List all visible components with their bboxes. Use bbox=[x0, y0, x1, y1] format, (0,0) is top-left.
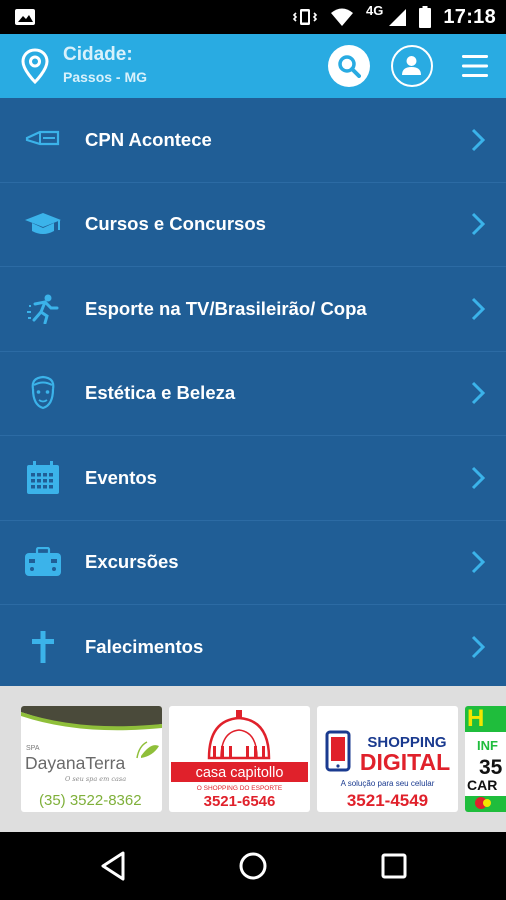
city-label: Cidade: bbox=[63, 44, 133, 65]
signal-icon bbox=[389, 9, 407, 26]
menu-item-label: Estética e Beleza bbox=[85, 382, 236, 404]
chevron-right-icon bbox=[471, 636, 486, 659]
chevron-right-icon bbox=[471, 466, 486, 489]
chevron-right-icon bbox=[471, 213, 486, 236]
status-bar: 4G 17:18 bbox=[0, 0, 506, 34]
chevron-right-icon bbox=[471, 128, 486, 151]
ad-brand-top: SPA bbox=[26, 745, 40, 752]
menu-item-cursos-e-concursos[interactable]: Cursos e Concursos bbox=[0, 183, 506, 267]
back-icon[interactable] bbox=[96, 849, 132, 883]
ad-brand: DayanaTerra bbox=[25, 753, 125, 773]
ad-text: CAR bbox=[467, 777, 497, 793]
network-type-label: 4G bbox=[366, 2, 384, 18]
ad-brand-top: H bbox=[467, 706, 484, 732]
cross-icon bbox=[24, 628, 62, 666]
vibrate-icon bbox=[292, 9, 318, 25]
graduation-cap-icon bbox=[24, 205, 62, 243]
face-icon bbox=[24, 374, 62, 412]
menu-item-falecimentos[interactable]: Falecimentos bbox=[0, 605, 506, 690]
menu-item-cpn-acontece[interactable]: CPN Acontece bbox=[0, 98, 506, 183]
menu-item-label: Falecimentos bbox=[85, 636, 204, 658]
menu-item-label: Esporte na TV/Brasileirão/ Copa bbox=[85, 297, 367, 319]
recents-icon[interactable] bbox=[376, 849, 412, 883]
search-button[interactable] bbox=[328, 45, 370, 87]
megaphone-icon bbox=[24, 121, 62, 159]
menu-item-excursoes[interactable]: Excursões bbox=[0, 521, 506, 605]
city-selector[interactable]: Passos - MG bbox=[63, 69, 147, 85]
wifi-icon bbox=[331, 8, 353, 26]
ad-phone: 3521-6546 bbox=[204, 793, 276, 810]
ad-text: 35 bbox=[479, 756, 503, 779]
app-header: Cidade: Passos - MG bbox=[0, 34, 506, 98]
menu-item-label: Excursões bbox=[85, 551, 179, 573]
image-notification-icon bbox=[15, 9, 35, 25]
sponsor-ads-strip: SPA DayanaTerra O seu spa em casa (35) 3… bbox=[0, 686, 506, 832]
ad-tagline: O seu spa em casa bbox=[65, 775, 126, 783]
user-icon bbox=[402, 56, 421, 75]
ad-dayana-terra[interactable]: SPA DayanaTerra O seu spa em casa (35) 3… bbox=[21, 706, 162, 812]
menu-item-eventos[interactable]: Eventos bbox=[0, 436, 506, 521]
ad-casa-capitollo[interactable]: casa capitollo O SHOPPING DO ESPORTE 352… bbox=[169, 706, 310, 812]
category-list: CPN Acontece Cursos e Concursos Esporte … bbox=[0, 98, 506, 686]
battery-icon bbox=[419, 6, 432, 28]
home-icon[interactable] bbox=[235, 849, 271, 883]
search-icon bbox=[338, 55, 361, 78]
runner-icon bbox=[24, 290, 62, 328]
menu-item-esporte-na-tv[interactable]: Esporte na TV/Brasileirão/ Copa bbox=[0, 267, 506, 352]
chevron-right-icon bbox=[471, 382, 486, 405]
clock: 17:18 bbox=[443, 5, 496, 28]
calendar-icon bbox=[24, 459, 62, 497]
menu-item-label: Cursos e Concursos bbox=[85, 213, 266, 235]
suitcase-icon bbox=[24, 543, 62, 581]
ad-phone: 3521-4549 bbox=[347, 791, 428, 810]
ad-phone: (35) 3522-8362 bbox=[39, 792, 142, 809]
hamburger-menu-icon[interactable] bbox=[460, 52, 490, 80]
user-profile-button[interactable] bbox=[391, 45, 433, 87]
ad-text: INF bbox=[477, 738, 498, 753]
ad-brand: casa capitollo bbox=[196, 765, 284, 781]
chevron-right-icon bbox=[471, 551, 486, 574]
chevron-right-icon bbox=[471, 297, 486, 320]
ad-tagline: A solução para seu celular bbox=[341, 779, 435, 788]
location-pin-icon[interactable] bbox=[20, 48, 50, 84]
ad-tagline: O SHOPPING DO ESPORTE bbox=[197, 785, 283, 792]
ad-partial-info[interactable]: H INF 35 CAR bbox=[465, 706, 506, 812]
ad-shopping-digital[interactable]: SHOPPING DIGITAL A solução para seu celu… bbox=[317, 706, 458, 812]
ad-brand: DIGITAL bbox=[360, 749, 450, 775]
menu-item-label: Eventos bbox=[85, 466, 157, 488]
system-navigation-bar bbox=[0, 832, 506, 900]
menu-item-label: CPN Acontece bbox=[85, 128, 212, 150]
menu-item-estetica-e-beleza[interactable]: Estética e Beleza bbox=[0, 352, 506, 436]
